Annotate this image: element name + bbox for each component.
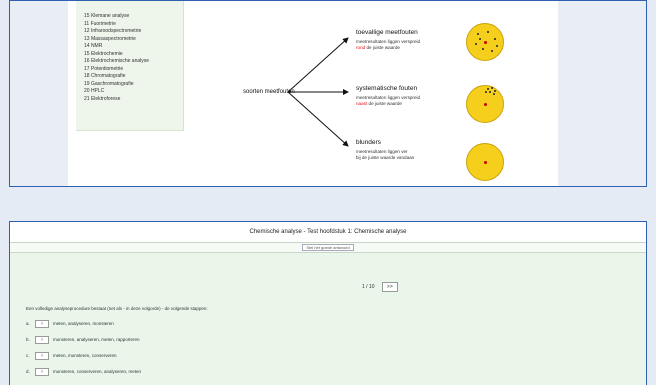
error-desc-blunders: meetresultaten liggen ver bij de juiste …	[356, 149, 415, 161]
screenshot-top: 15 Klemane analyse 11 Fuorimetrie 12 Infra…	[9, 0, 647, 187]
option-d: d.? monsteren, conserveren, analyseren, m…	[26, 368, 142, 376]
root-label: soorten meetfouten	[243, 89, 295, 95]
arrow-to-blunders	[287, 91, 349, 147]
slide-meetfouten: 15 Klemane analyse 11 Fuorimetrie 12 Infra…	[68, 1, 558, 186]
pager: 1 / 10 >>	[362, 282, 398, 292]
question-text: Een volledige analyseprocedure bestaat (…	[26, 306, 208, 311]
arrow-to-toevallig	[287, 37, 349, 93]
link-row: Stel het goede antwoord	[10, 243, 646, 253]
error-desc-systematisch: meetresultaten liggen verspreid naast de…	[356, 95, 421, 107]
option-c: c.? meten, monsteren, conserveren	[26, 352, 117, 360]
target-blunder-circle	[466, 143, 504, 181]
page-title: Chemische analyse - Test hoofdstuk 1: Ch…	[10, 222, 646, 243]
error-desc-toevallig: meetresultaten liggen verspreid rond de …	[356, 39, 421, 51]
error-title-blunders: blunders	[356, 139, 381, 146]
option-a: a.? meten, analyseren, monsteren	[26, 320, 114, 328]
next-button[interactable]: >>	[381, 282, 398, 292]
quiz-page: Chemische analyse - Test hoofdstuk 1: Ch…	[10, 222, 646, 385]
error-title-toevallig: toevallige meetfouten	[356, 29, 418, 36]
answer-link[interactable]: Stel het goede antwoord	[302, 244, 354, 251]
answer-select-c[interactable]: ?	[35, 352, 49, 360]
target-scatter-circle	[466, 23, 504, 61]
answer-select-b[interactable]: ?	[35, 336, 49, 344]
page-indicator: 1 / 10	[362, 284, 375, 290]
error-title-systematisch: systematische fouten	[356, 85, 418, 92]
answer-select-a[interactable]: ?	[35, 320, 49, 328]
screenshot-bottom: Chemische analyse - Test hoofdstuk 1: Ch…	[9, 221, 647, 385]
target-offset-circle	[466, 85, 504, 123]
answer-select-d[interactable]: ?	[35, 368, 49, 376]
option-b: b.? monsteren, analyseren, meten, rapport…	[26, 336, 140, 344]
